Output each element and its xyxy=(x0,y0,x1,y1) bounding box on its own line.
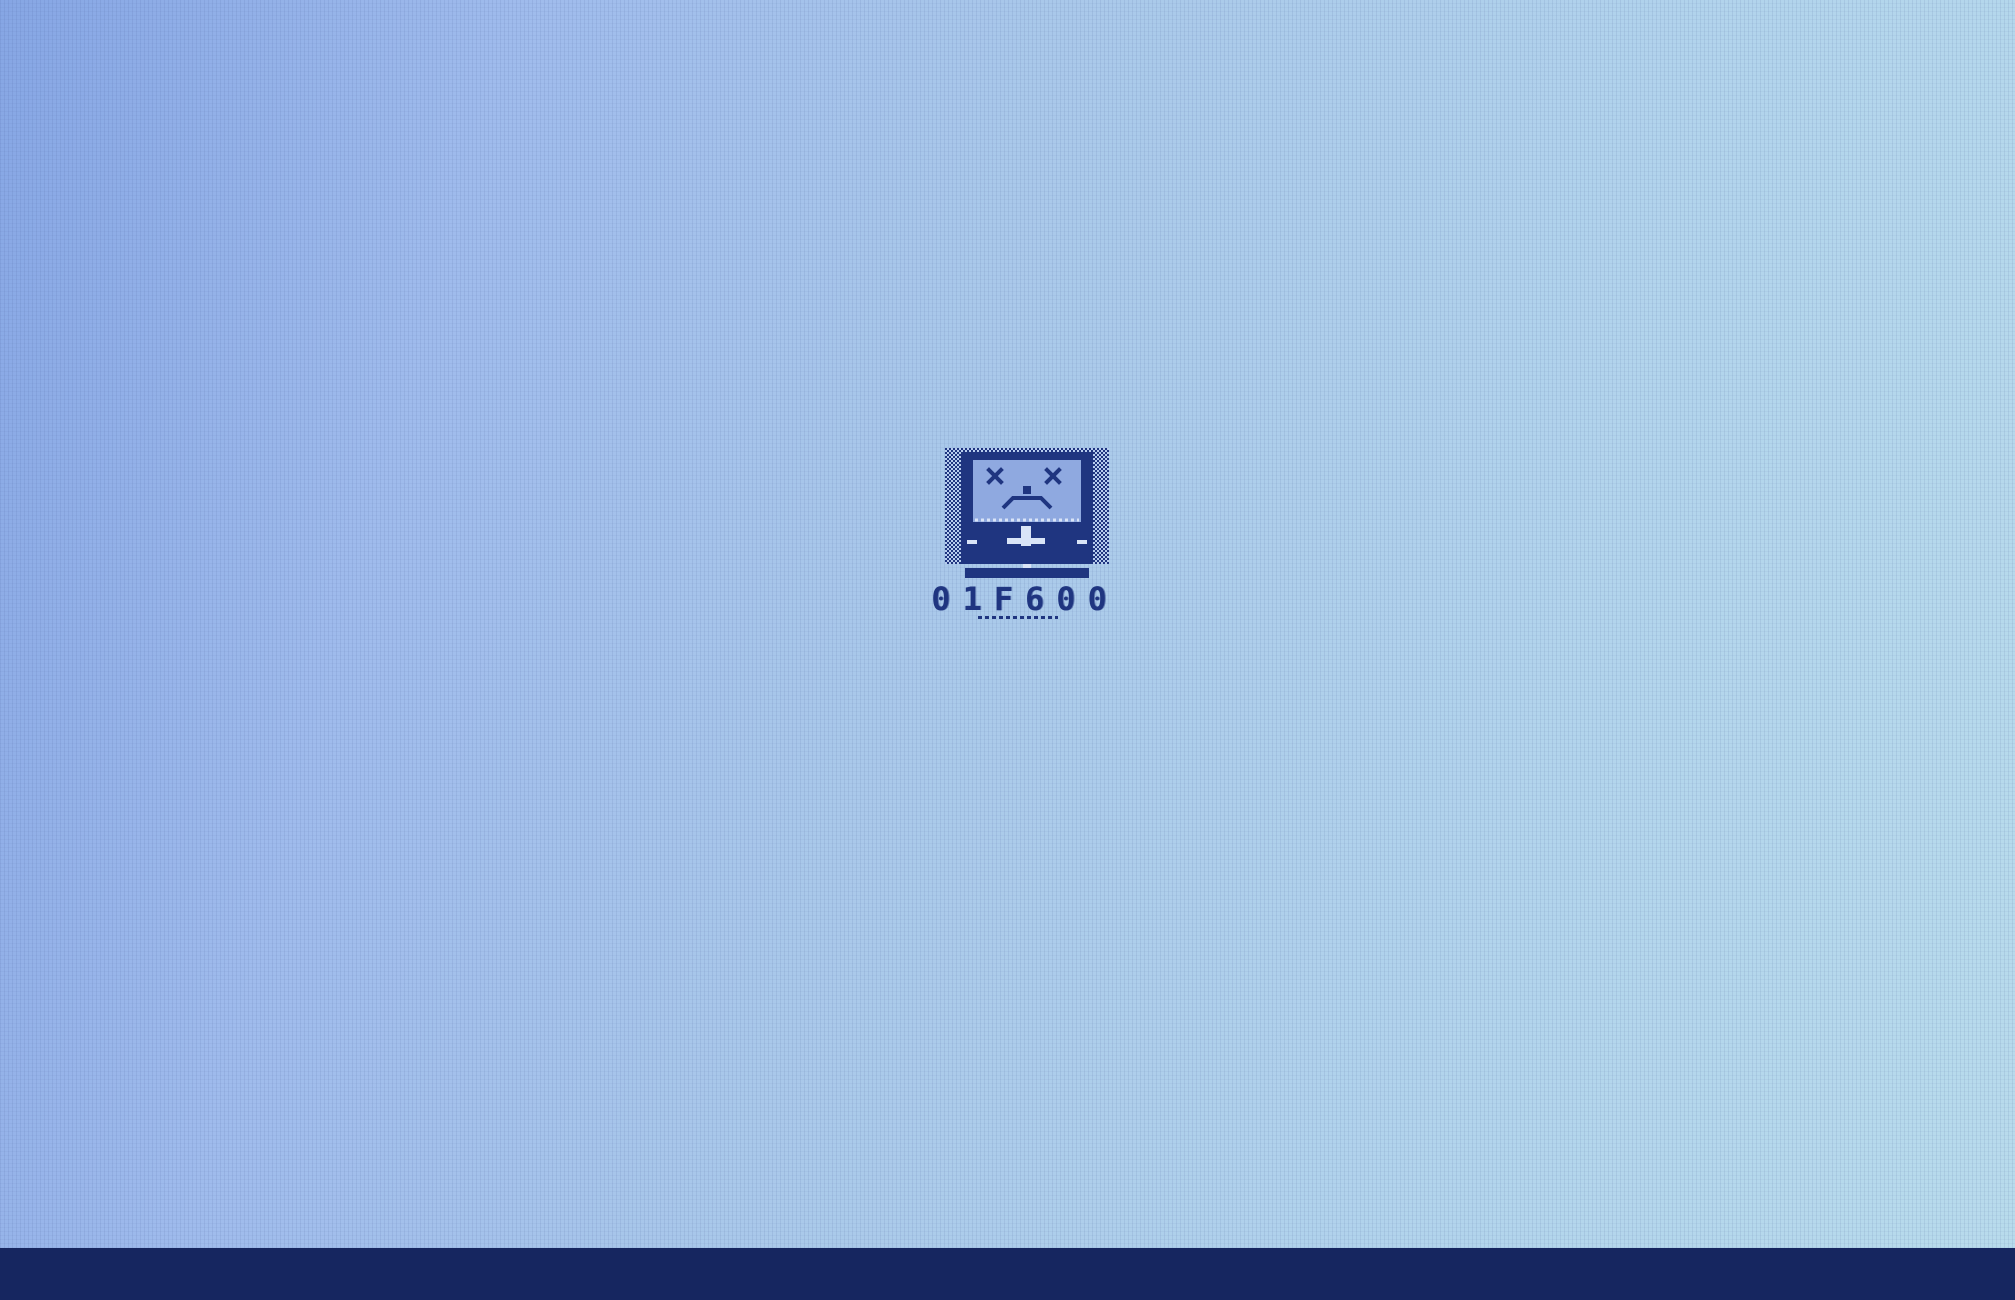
crash-indicator: 01F600 xyxy=(895,440,1155,630)
error-code: 01F600 xyxy=(931,580,1119,618)
desktop-screen: 01F600 xyxy=(0,0,2015,1248)
bottom-bezel xyxy=(0,1248,2015,1300)
sad-computer-icon xyxy=(945,448,1109,578)
text-cursor xyxy=(978,616,1058,619)
